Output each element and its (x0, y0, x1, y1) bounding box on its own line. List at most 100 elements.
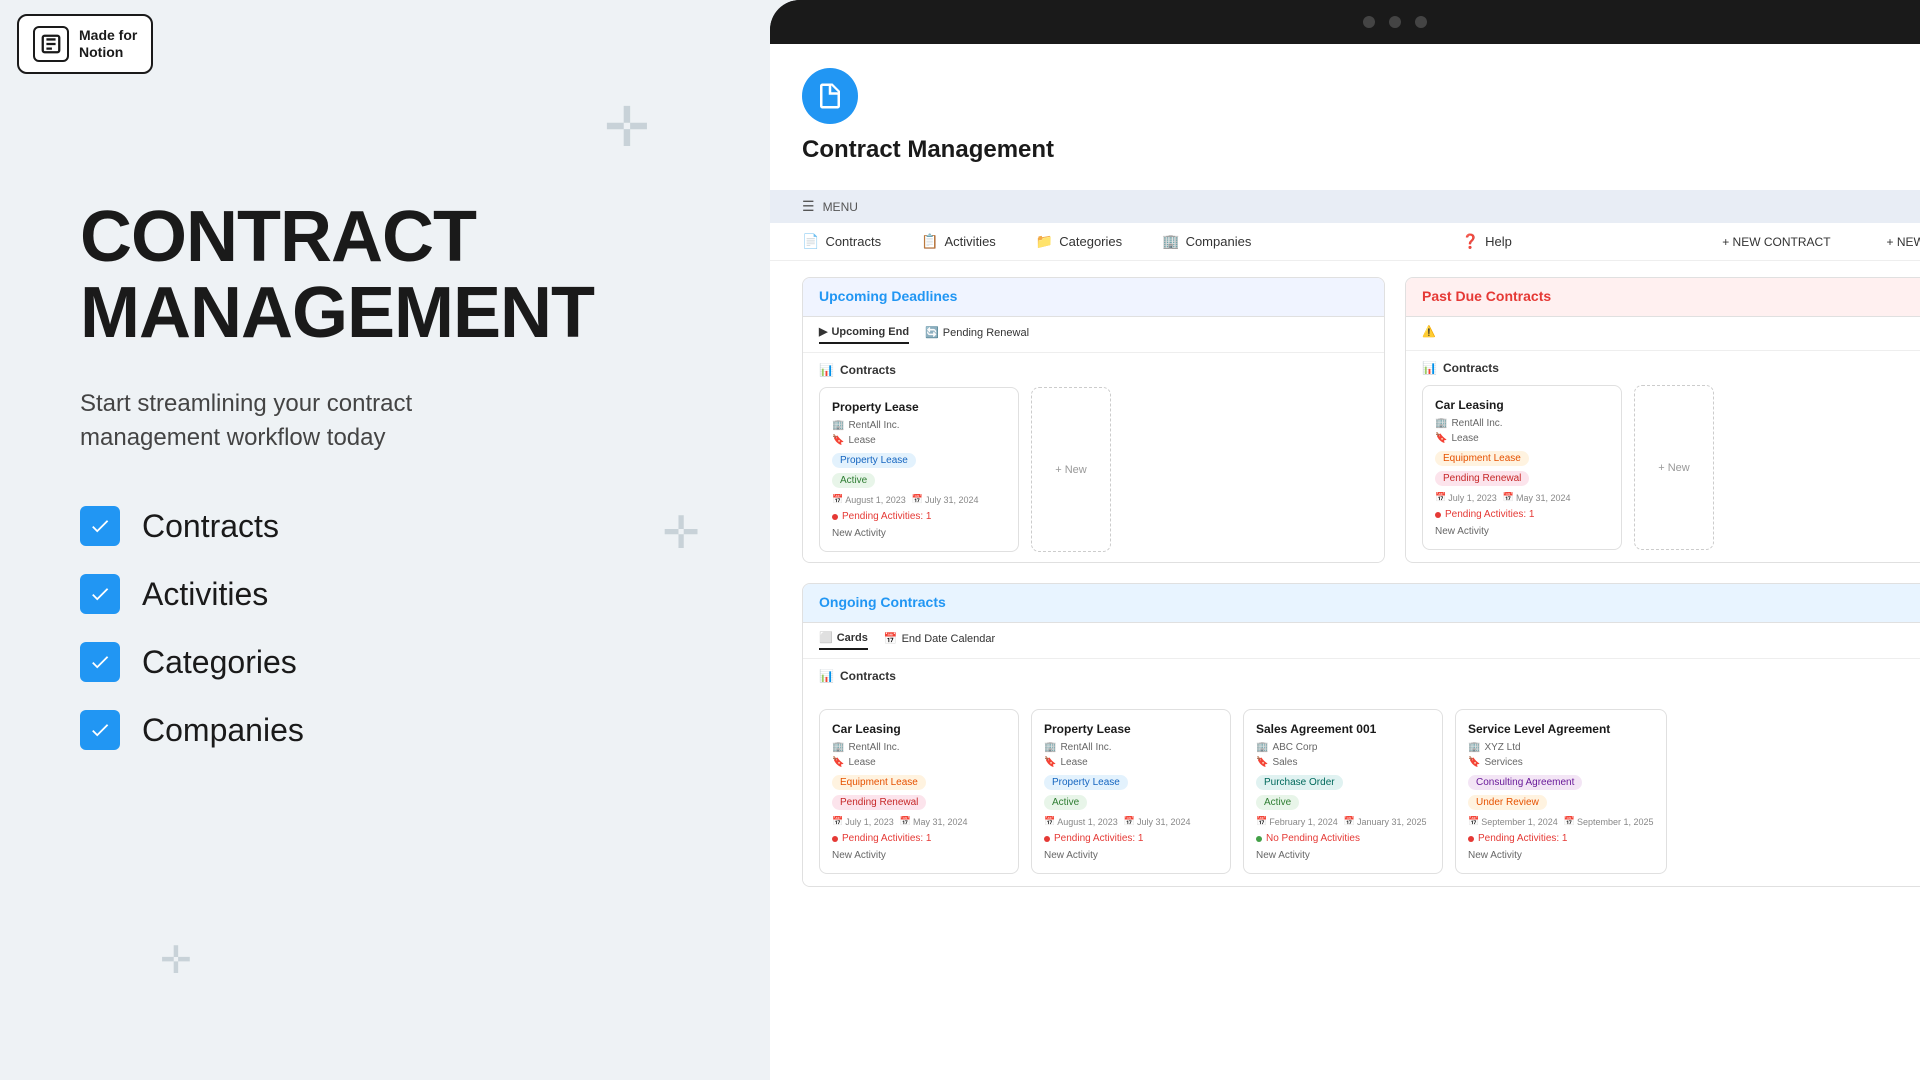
building-icon: 🏢 (832, 742, 844, 753)
type-icon: 🔖 (1435, 433, 1447, 444)
tab-end-date-calendar[interactable]: 📅 End Date Calendar (884, 631, 995, 650)
upcoming-card-property-lease: Property Lease 🏢 RentAll Inc. 🔖 Lease (819, 387, 1019, 552)
contracts-icon: 📄 (802, 233, 819, 250)
card-tag: Property Lease (1044, 775, 1128, 790)
card-type: 🔖 Lease (1435, 433, 1609, 444)
ongoing-card-sales-agreement: Sales Agreement 001 🏢 ABC Corp 🔖 Sales P… (1243, 709, 1443, 874)
ongoing-card-property-lease: Property Lease 🏢 RentAll Inc. 🔖 Lease Pr… (1031, 709, 1231, 874)
nav-contracts[interactable]: 📄 Contracts (802, 233, 881, 250)
nav-categories-label: Categories (1059, 234, 1122, 249)
new-contract-button[interactable]: + NEW CONTRACT (1722, 235, 1830, 249)
nav-categories[interactable]: 📁 Categories (1036, 233, 1122, 250)
past-due-content: 📊 Contracts Car Leasing 🏢 RentAll Inc. (1406, 351, 1920, 560)
start-date: 📅August 1, 2023 (832, 494, 906, 505)
nav-companies[interactable]: 🏢 Companies (1162, 233, 1251, 250)
notion-badge: Made for Notion (17, 14, 153, 74)
end-date: 📅May 31, 2024 (900, 816, 968, 827)
past-due-section: Past Due Contracts ⚠️ 📊 Contracts (1405, 277, 1920, 563)
end-date: 📅July 31, 2024 (1124, 816, 1191, 827)
upcoming-contracts-header: 📊 Contracts (819, 363, 1368, 377)
pending-badge: Pending Activities: 1 (1468, 833, 1654, 844)
tablet-topbar (770, 0, 1920, 44)
decorative-cross-3: ✛ (160, 942, 192, 980)
tablet-dot-1 (1363, 16, 1375, 28)
nav-activities[interactable]: 📋 Activities (921, 233, 996, 250)
dot-red (832, 514, 838, 520)
card-company: 🏢 RentAll Inc. (1044, 742, 1218, 753)
ongoing-section: Ongoing Contracts ⬜ Cards 📅 End Date Cal… (802, 583, 1920, 887)
categories-icon: 📁 (1036, 233, 1053, 250)
card-company: 🏢 ABC Corp (1256, 742, 1430, 753)
ongoing-header: Ongoing Contracts (803, 584, 1920, 623)
help-icon: ❓ (1462, 233, 1479, 250)
card-title: Property Lease (832, 400, 1006, 414)
new-company-button[interactable]: + NEW COMPANY (1887, 235, 1920, 249)
card-type: 🔖 Services (1468, 757, 1654, 768)
tab-cards[interactable]: ⬜ Cards (819, 631, 868, 650)
past-due-tabs: ⚠️ (1406, 317, 1920, 351)
companies-icon: 🏢 (1162, 233, 1179, 250)
dot-green (1256, 836, 1262, 842)
check-item-categories: Categories (80, 642, 690, 682)
card-title: Car Leasing (1435, 398, 1609, 412)
decorative-cross-1: ✛ (604, 100, 650, 155)
tablet-dot-3 (1415, 16, 1427, 28)
type-icon: 🔖 (1468, 757, 1480, 768)
dot-red (1435, 512, 1441, 518)
ongoing-title: Ongoing Contracts (819, 594, 946, 610)
new-activity-button[interactable]: New Activity (1256, 850, 1430, 861)
nav-activities-label: Activities (945, 234, 996, 249)
check-item-activities: Activities (80, 574, 690, 614)
card-dates: 📅February 1, 2024 📅January 31, 2025 (1256, 816, 1430, 827)
upcoming-content: 📊 Contracts Property Lease 🏢 RentAll Inc… (803, 353, 1384, 562)
check-icon-categories (80, 642, 120, 682)
ongoing-contracts-header: 📊 Contracts (819, 669, 1920, 683)
tab-pending-renewal[interactable]: 🔄 Pending Renewal (925, 325, 1029, 344)
app-header: Contract Management (770, 44, 1920, 190)
new-activity-button[interactable]: New Activity (832, 850, 1006, 861)
card-title: Car Leasing (832, 722, 1006, 736)
tablet-device: Contract Management ☰ MENU 📄 Contracts 📋… (770, 0, 1920, 1080)
card-title: Property Lease (1044, 722, 1218, 736)
nav-row: 📄 Contracts 📋 Activities 📁 Categories 🏢 … (770, 223, 1920, 261)
add-past-due-card[interactable]: + New (1634, 385, 1714, 550)
past-due-header: Past Due Contracts (1406, 278, 1920, 317)
past-due-title: Past Due Contracts (1422, 288, 1551, 304)
card-dates: 📅September 1, 2024 📅September 1, 2025 (1468, 816, 1654, 827)
card-type: 🔖 Sales (1256, 757, 1430, 768)
dot-red (832, 836, 838, 842)
card-company: 🏢 XYZ Ltd (1468, 742, 1654, 753)
check-item-contracts: Contracts (80, 506, 690, 546)
card-company: 🏢 RentAll Inc. (832, 742, 1006, 753)
tablet-screen[interactable]: Contract Management ☰ MENU 📄 Contracts 📋… (770, 44, 1920, 1080)
card-tag: Equipment Lease (1435, 451, 1529, 466)
upcoming-header: Upcoming Deadlines (803, 278, 1384, 317)
new-activity-button[interactable]: New Activity (832, 528, 1006, 539)
start-date: 📅July 1, 2023 (832, 816, 894, 827)
new-activity-button[interactable]: New Activity (1435, 526, 1609, 537)
upcoming-tabs: ▶ Upcoming End 🔄 Pending Renewal (803, 317, 1384, 353)
check-icon-contracts (80, 506, 120, 546)
card-company: 🏢 RentAll Inc. (832, 420, 1006, 431)
card-type: 🔖 Lease (832, 757, 1006, 768)
card-status: Active (1256, 795, 1299, 810)
left-panel: Made for Notion ✛ ✛ ✛ CONTRACT MANAGEMEN… (0, 0, 770, 1080)
card-tag: Purchase Order (1256, 775, 1343, 790)
new-activity-button[interactable]: New Activity (1468, 850, 1654, 861)
end-date: 📅May 31, 2024 (1503, 492, 1571, 503)
past-due-contracts-header: 📊 Contracts (1422, 361, 1920, 375)
nav-help[interactable]: ❓ Help (1462, 233, 1512, 250)
menu-bar[interactable]: ☰ MENU (770, 190, 1920, 223)
card-tag: Property Lease (832, 453, 916, 468)
tab-upcoming-end[interactable]: ▶ Upcoming End (819, 325, 909, 344)
new-activity-button[interactable]: New Activity (1044, 850, 1218, 861)
ongoing-card-car-leasing: Car Leasing 🏢 RentAll Inc. 🔖 Lease Equip… (819, 709, 1019, 874)
card-dates: 📅August 1, 2023 📅July 31, 2024 (1044, 816, 1218, 827)
pending-badge: Pending Activities: 1 (1435, 509, 1609, 520)
ongoing-db-icon: 📊 (819, 669, 834, 683)
building-icon: 🏢 (1044, 742, 1056, 753)
notion-badge-text: Made for Notion (79, 27, 137, 61)
card-status: Active (832, 473, 875, 488)
add-upcoming-card[interactable]: + New (1031, 387, 1111, 552)
dot-red (1044, 836, 1050, 842)
